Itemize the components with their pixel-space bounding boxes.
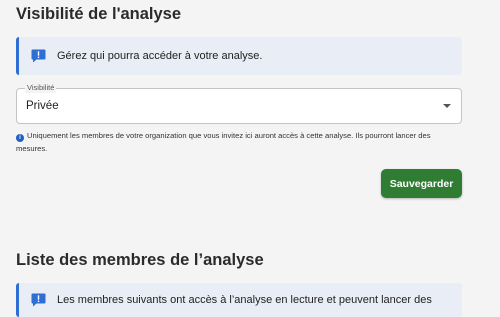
members-banner-text: Les membres suivants ont accès à l’analy… — [57, 294, 432, 306]
info-message-icon — [31, 49, 46, 63]
visibility-info-banner: Gérez qui pourra accéder à votre analyse… — [16, 37, 462, 75]
visibility-banner-text: Gérez qui pourra accéder à votre analyse… — [57, 50, 263, 62]
info-message-icon — [31, 293, 46, 307]
helper-text: Uniquement les membres de votre organiza… — [16, 131, 431, 153]
dropdown-arrow-icon[interactable] — [443, 104, 451, 108]
info-circle-icon: i — [16, 134, 24, 142]
visibility-helper-text: i Uniquement les membres de votre organiz… — [16, 129, 462, 155]
members-section-title: Liste des membres de l’analyse — [16, 251, 264, 269]
visibility-select-label: Visibilité — [25, 83, 57, 93]
visibility-section-title: Visibilité de l'analyse — [16, 5, 182, 23]
save-button[interactable]: Sauvegarder — [381, 169, 462, 198]
visibility-select-value: Privée — [26, 100, 59, 112]
visibility-select[interactable]: Visibilité Privée — [16, 83, 462, 124]
members-info-banner: Les membres suivants ont accès à l’analy… — [16, 283, 462, 317]
